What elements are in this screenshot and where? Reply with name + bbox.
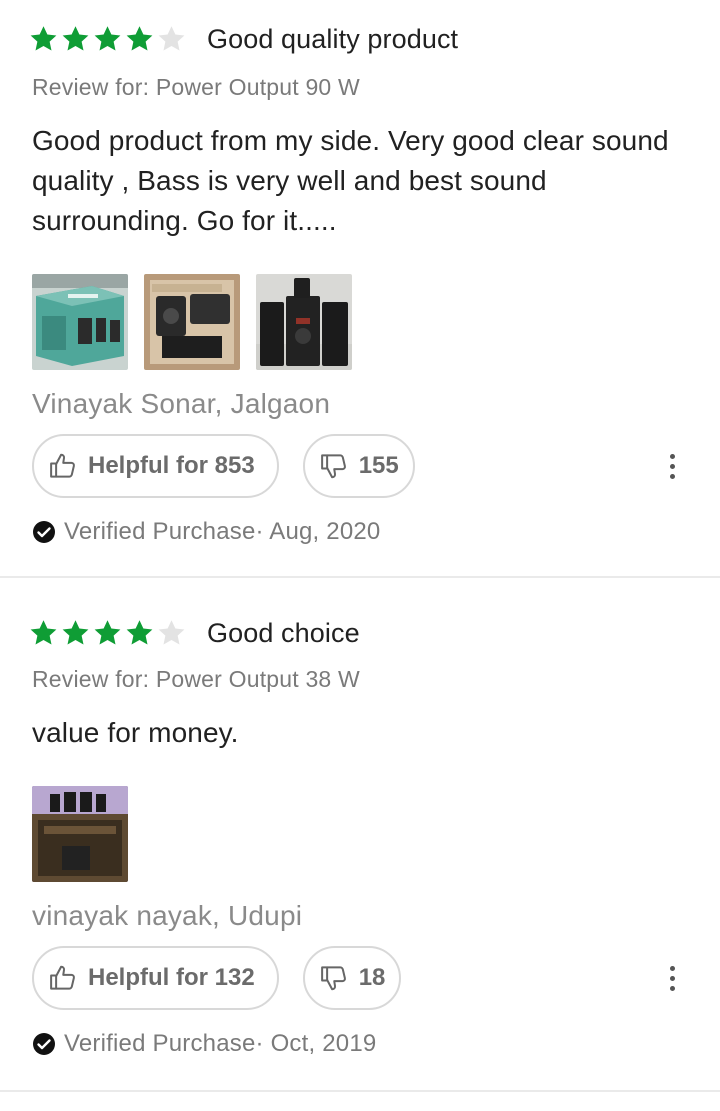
- review-card: Good choice Review for: Power Output 38 …: [0, 578, 720, 1092]
- helpful-label: Helpful for 853: [88, 452, 255, 479]
- star-filled-icon: [126, 620, 153, 645]
- verified-text: Verified Purchase· Oct, 2019: [64, 1030, 377, 1057]
- dislike-count: 18: [358, 964, 386, 991]
- helpful-button[interactable]: Helpful for 132: [32, 946, 279, 1010]
- review-photos: [32, 786, 688, 882]
- star-filled-icon: [94, 26, 121, 51]
- more-options-icon[interactable]: [654, 960, 690, 996]
- thumbs-up-icon: [50, 965, 75, 990]
- verified-purchase: Verified Purchase· Oct, 2019: [32, 1030, 688, 1058]
- review-text: value for money.: [32, 717, 239, 748]
- product-box-photo[interactable]: [32, 274, 128, 370]
- unboxed-speakers-photo[interactable]: [144, 274, 240, 370]
- star-filled-icon: [30, 620, 57, 645]
- verified-check-icon: [33, 521, 55, 543]
- star-filled-icon: [94, 620, 121, 645]
- thumbs-up-icon: [50, 453, 75, 478]
- review-variant: Review for: Power Output 38 W: [32, 666, 360, 692]
- dislike-count: 155: [358, 452, 399, 479]
- review-title: Good choice: [207, 617, 360, 648]
- more-options-icon[interactable]: [654, 448, 690, 484]
- review-text: Good product from my side. Very good cle…: [32, 125, 669, 236]
- star-empty-icon: [158, 620, 185, 645]
- thumbs-down-icon: [320, 966, 346, 991]
- review-author: vinayak nayak, Udupi: [32, 900, 303, 931]
- dislike-button[interactable]: 155: [302, 434, 415, 498]
- star-empty-icon: [158, 26, 185, 51]
- review-actions: Helpful for 132 18: [32, 946, 688, 1010]
- star-filled-icon: [126, 26, 153, 51]
- review-variant: Review for: Power Output 90 W: [32, 74, 360, 100]
- installed-speakers-photo[interactable]: [32, 786, 128, 882]
- review-actions: Helpful for 853 155: [32, 434, 688, 498]
- verified-purchase: Verified Purchase· Aug, 2020: [32, 518, 688, 546]
- star-rating: [28, 618, 187, 648]
- verified-text: Verified Purchase· Aug, 2020: [64, 518, 381, 545]
- speaker-set-photo[interactable]: [256, 274, 352, 370]
- verified-check-icon: [33, 1033, 55, 1055]
- review-card: Good quality product Review for: Power O…: [0, 0, 720, 578]
- helpful-button[interactable]: Helpful for 853: [32, 434, 279, 498]
- dislike-button[interactable]: 18: [302, 946, 402, 1010]
- star-filled-icon: [62, 620, 89, 645]
- review-title: Good quality product: [207, 23, 459, 54]
- review-photos: [32, 274, 688, 370]
- star-rating: [28, 24, 187, 54]
- review-header: Good choice: [30, 578, 688, 650]
- review-header: Good quality product: [30, 0, 688, 56]
- thumbs-down-icon: [320, 454, 346, 479]
- review-author: Vinayak Sonar, Jalgaon: [32, 388, 331, 419]
- helpful-label: Helpful for 132: [88, 964, 255, 991]
- star-filled-icon: [62, 26, 89, 51]
- star-filled-icon: [30, 26, 57, 51]
